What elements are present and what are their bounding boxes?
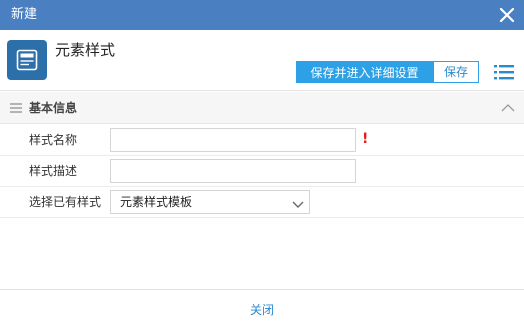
save-and-detail-button[interactable]: 保存并进入详细设置 [296, 61, 433, 83]
section-basic-info[interactable]: 基本信息 [0, 92, 524, 124]
close-button[interactable]: 关闭 [0, 303, 524, 317]
dialog-footer: 关闭 [0, 289, 524, 329]
existing-style-select[interactable]: 元素样式模板 [110, 190, 310, 214]
chevron-up-icon[interactable] [501, 102, 515, 112]
save-button[interactable]: 保存 [433, 61, 479, 83]
existing-style-label: 选择已有样式 [29, 195, 102, 209]
chevron-down-icon [292, 198, 304, 208]
window-app-icon [7, 40, 47, 80]
list-menu-icon[interactable] [493, 63, 515, 81]
style-name-label: 样式名称 [29, 133, 78, 147]
dialog-title: 新建 [11, 7, 38, 22]
form-row-existing: 选择已有样式 元素样式模板 [0, 187, 524, 218]
dialog-header: 元素样式 保存并进入详细设置 保存 [0, 30, 524, 91]
form-row-name: 样式名称 ! [0, 125, 524, 156]
close-icon[interactable] [498, 6, 516, 24]
required-indicator: ! [362, 131, 369, 147]
dialog-titlebar: 新建 [0, 0, 524, 30]
section-title: 基本信息 [29, 101, 78, 115]
page-title: 元素样式 [55, 41, 116, 59]
style-desc-label: 样式描述 [29, 164, 78, 178]
form-row-desc: 样式描述 [0, 156, 524, 187]
style-name-input[interactable] [110, 128, 356, 152]
section-lines-icon [10, 102, 22, 114]
style-desc-input[interactable] [110, 159, 356, 183]
existing-style-value: 元素样式模板 [120, 195, 193, 209]
